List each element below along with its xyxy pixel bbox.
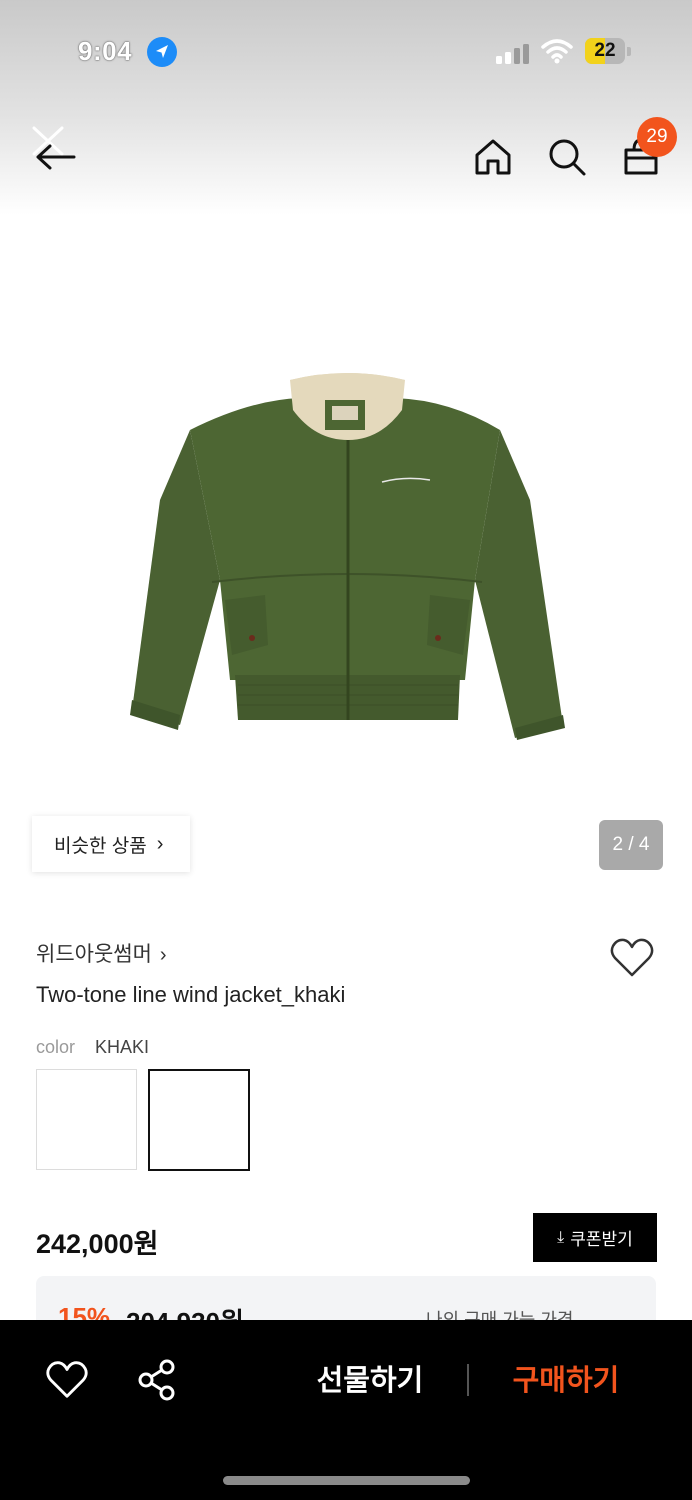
download-icon: ⤓: [557, 1228, 565, 1246]
image-page-counter: 2 / 4: [599, 820, 663, 870]
heart-icon[interactable]: [610, 938, 654, 978]
product-name: Two-tone line wind jacket_khaki: [36, 982, 346, 1007]
coupon-label: 쿠폰받기: [570, 1230, 633, 1249]
product-image[interactable]: [120, 370, 575, 750]
cart-count-badge: 29: [637, 117, 677, 157]
signal-icon: [496, 44, 530, 64]
product-price: 242,000원: [36, 1229, 159, 1259]
top-gradient: [0, 0, 692, 215]
buy-button[interactable]: 구매하기: [496, 1358, 636, 1404]
bottom-action-bar: [0, 1320, 692, 1500]
search-icon[interactable]: [546, 136, 588, 178]
coupon-button[interactable]: ⤓ 쿠폰받기: [533, 1213, 657, 1262]
battery-icon: 22: [585, 38, 631, 64]
color-swatch-1[interactable]: [36, 1069, 137, 1170]
back-close-icon[interactable]: [28, 124, 84, 180]
color-swatch-2-selected[interactable]: [148, 1069, 250, 1171]
status-time: 9:04: [78, 36, 133, 66]
gift-button[interactable]: 선물하기: [300, 1358, 440, 1404]
color-label: color: [36, 1037, 76, 1057]
chevron-right-icon: ›: [156, 832, 164, 855]
bottom-divider: [467, 1364, 469, 1396]
battery-level: 22: [594, 40, 616, 61]
home-icon[interactable]: [472, 136, 514, 178]
location-arrow-icon: [147, 37, 177, 67]
similar-products-button[interactable]: 비슷한 상품 ›: [32, 816, 190, 872]
heart-icon[interactable]: [46, 1360, 88, 1400]
brand-link[interactable]: 위드아웃썸머 ›: [36, 938, 167, 968]
color-value: KHAKI: [95, 1037, 150, 1057]
similar-products-label: 비슷한 상품: [54, 835, 147, 857]
home-indicator[interactable]: [223, 1476, 470, 1485]
brand-name: 위드아웃썸머: [36, 943, 152, 966]
wifi-icon: [541, 38, 573, 64]
share-icon[interactable]: [136, 1358, 178, 1402]
chevron-right-icon: ›: [159, 944, 167, 966]
